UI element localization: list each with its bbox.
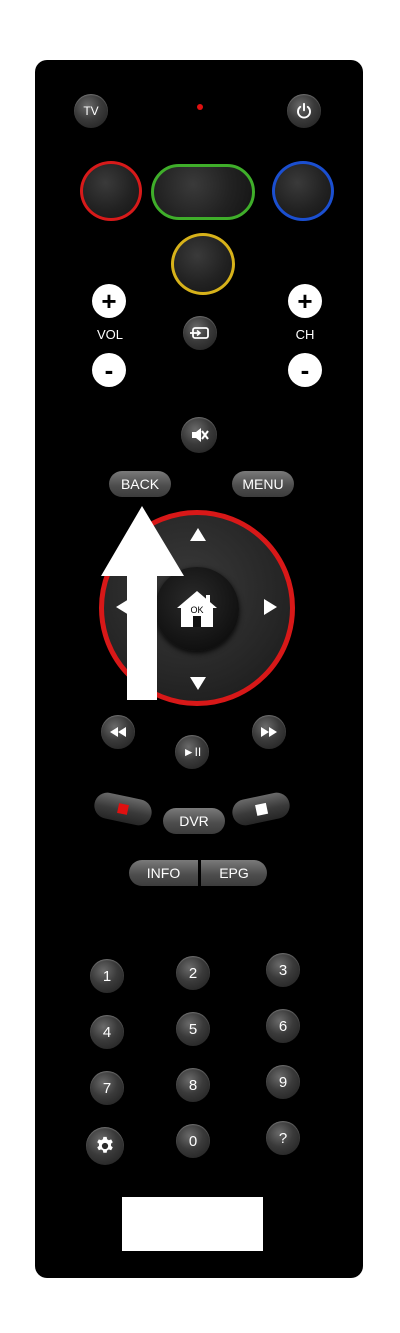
power-icon [297,102,311,119]
power-button[interactable] [287,94,321,128]
input-source-button[interactable] [183,316,217,350]
fast-forward-button[interactable] [252,715,286,749]
help-button[interactable]: ? [266,1121,300,1155]
rewind-icon [110,727,126,737]
key-9-label: 9 [278,1073,288,1091]
key-9-button[interactable]: 9 [266,1065,300,1099]
input-source-icon [190,327,209,339]
dpad-up-button[interactable] [190,528,206,541]
volume-up-button[interactable]: + [92,284,126,318]
back-button-label: BACK [120,476,160,492]
key-0-button[interactable]: 0 [176,1124,210,1158]
epg-button-label: EPG [219,865,249,881]
volume-up-label: + [101,286,117,316]
key-3-button[interactable]: 3 [266,953,300,987]
key-6-button[interactable]: 6 [266,1009,300,1043]
key-0-label: 0 [188,1132,198,1150]
channel-down-button[interactable]: - [288,353,322,387]
volume-down-button[interactable]: - [92,353,126,387]
brand-label-area [122,1197,263,1251]
play-pause-button[interactable]: ►II [175,735,209,769]
channel-down-label: - [300,355,310,385]
menu-button[interactable]: MENU [232,471,294,497]
key-4-label: 4 [102,1023,112,1041]
info-button-label: INFO [146,865,181,881]
key-2-button[interactable]: 2 [176,956,210,990]
tv-button-label: TV [83,104,99,118]
dpad-down-button[interactable] [190,677,206,690]
play-pause-label: ►II [182,745,202,759]
key-6-label: 6 [278,1017,288,1035]
arrow-up-icon [101,506,184,700]
key-2-label: 2 [188,964,198,982]
mute-icon [192,428,209,442]
green-button[interactable] [151,164,255,220]
key-8-button[interactable]: 8 [176,1068,210,1102]
key-5-label: 5 [188,1020,198,1038]
tv-button[interactable]: TV [74,94,108,128]
mute-button[interactable] [181,417,217,453]
key-7-label: 7 [102,1079,112,1097]
rewind-button[interactable] [101,715,135,749]
key-7-button[interactable]: 7 [90,1071,124,1105]
dvr-button-label: DVR [179,813,209,829]
key-1-label: 1 [102,967,112,985]
settings-button[interactable] [86,1127,124,1165]
channel-up-label: + [297,286,313,316]
key-3-label: 3 [278,961,288,979]
channel-label: CH [295,327,315,342]
key-1-button[interactable]: 1 [90,959,124,993]
dvr-button[interactable]: DVR [163,808,225,834]
help-label: ? [278,1129,288,1147]
stop-icon [254,802,268,816]
key-8-label: 8 [188,1076,198,1094]
record-icon [117,803,129,815]
gear-icon [97,1136,113,1153]
info-button[interactable]: INFO [129,860,198,886]
volume-down-label: - [104,355,114,385]
back-button[interactable]: BACK [109,471,171,497]
status-led [197,104,203,110]
key-5-button[interactable]: 5 [176,1012,210,1046]
volume-label: VOL [96,327,123,342]
channel-up-button[interactable]: + [288,284,322,318]
menu-button-label: MENU [242,476,284,492]
red-button[interactable] [80,161,142,221]
ok-label: OK [190,605,203,615]
blue-button[interactable] [272,161,334,221]
fast-forward-icon [261,727,277,737]
dpad-right-button[interactable] [264,599,277,615]
key-4-button[interactable]: 4 [90,1015,124,1049]
yellow-button[interactable] [171,233,235,295]
epg-button[interactable]: EPG [201,860,267,886]
